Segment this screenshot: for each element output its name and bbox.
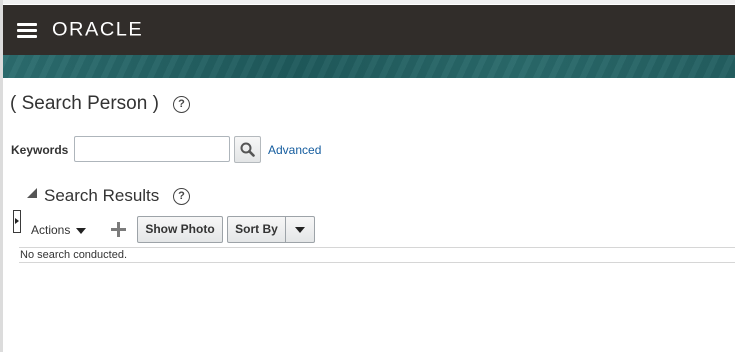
advanced-search-link[interactable]: Advanced xyxy=(268,143,321,157)
hamburger-menu-icon[interactable] xyxy=(17,23,37,38)
search-results-title: Search Results xyxy=(44,186,160,205)
empty-results-message: No search conducted. xyxy=(20,249,128,261)
search-icon xyxy=(240,142,255,157)
keywords-label: Keywords xyxy=(11,143,69,157)
keywords-input[interactable] xyxy=(74,136,230,162)
search-button[interactable] xyxy=(234,136,261,163)
actions-menu[interactable]: Actions xyxy=(31,223,87,237)
top-strip xyxy=(0,0,735,4)
sort-by-button[interactable]: Sort By xyxy=(227,216,286,243)
header-banner xyxy=(3,55,735,78)
collapse-triangle-icon[interactable] xyxy=(27,188,37,198)
results-divider xyxy=(19,262,735,263)
add-icon[interactable] xyxy=(111,222,126,237)
expand-panel-icon[interactable] xyxy=(13,210,21,233)
global-header: ORACLE xyxy=(3,5,735,55)
oracle-logo[interactable]: ORACLE xyxy=(52,20,143,42)
sort-by-dropdown-button[interactable] xyxy=(286,216,315,243)
help-icon[interactable]: ? xyxy=(173,96,190,113)
show-photo-button[interactable]: Show Photo xyxy=(137,216,223,243)
chevron-down-icon xyxy=(295,226,305,233)
page-title: ( Search Person ) xyxy=(10,93,159,114)
chevron-down-icon xyxy=(76,227,87,234)
help-icon[interactable]: ? xyxy=(173,188,190,205)
actions-label: Actions xyxy=(31,223,71,237)
results-divider xyxy=(19,247,735,248)
